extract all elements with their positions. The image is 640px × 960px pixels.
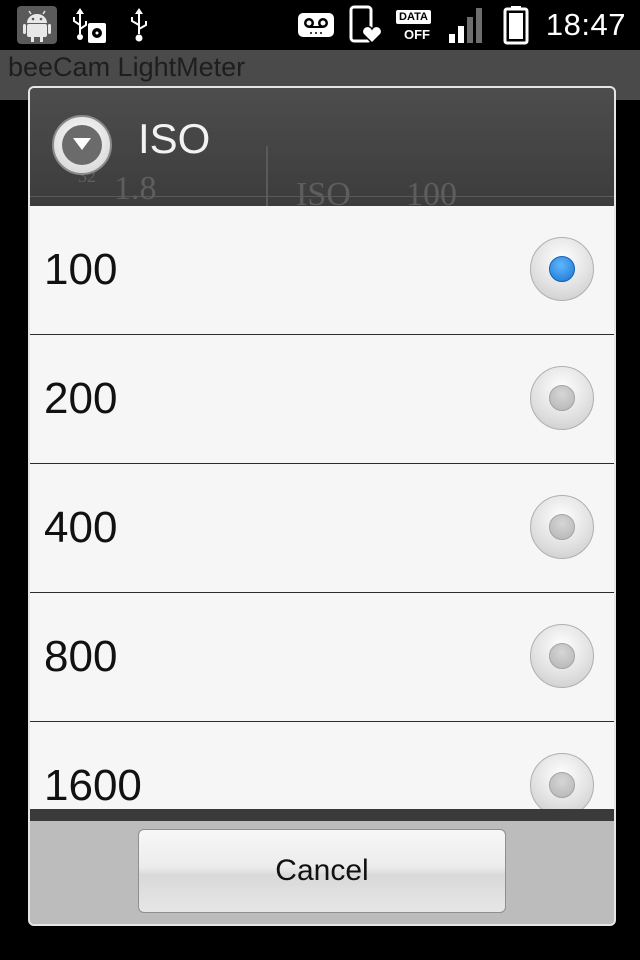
option-label: 100 — [44, 245, 118, 294]
radio-button[interactable] — [530, 624, 594, 688]
iso-option-list[interactable]: 100 200 400 800 1600 — [30, 206, 614, 809]
dropdown-arrow-icon — [52, 115, 112, 175]
signal-icon — [446, 5, 486, 45]
list-scroll-edge — [30, 809, 614, 821]
option-label: 200 — [44, 374, 118, 423]
iso-option-400[interactable]: 400 — [30, 464, 614, 593]
off-label: OFF — [404, 27, 430, 42]
option-label: 400 — [44, 503, 118, 552]
data-off-icon: DATA OFF — [396, 8, 436, 44]
iso-option-800[interactable]: 800 — [30, 593, 614, 722]
iso-option-1600[interactable]: 1600 — [30, 722, 614, 809]
radio-dot-icon — [549, 514, 575, 540]
radio-dot-icon — [549, 256, 575, 282]
radio-button[interactable] — [530, 495, 594, 559]
radio-button[interactable] — [530, 366, 594, 430]
dialog-footer: Cancel — [30, 821, 614, 924]
app-title: beeCam LightMeter — [8, 52, 246, 82]
dialog-title: ISO — [138, 115, 211, 162]
usb-storage-icon — [68, 5, 112, 45]
ghost-iso-label: ISO — [296, 176, 351, 206]
ghost-line — [30, 196, 614, 197]
radio-dot-icon — [549, 772, 575, 798]
option-label: 1600 — [44, 761, 142, 809]
dialog-header: 32 1.8 ISO 100 ISO — [30, 88, 614, 206]
radio-button-selected[interactable] — [530, 237, 594, 301]
radio-button[interactable] — [530, 753, 594, 809]
status-time: 18:47 — [545, 7, 626, 42]
voicemail-icon — [296, 5, 336, 45]
battery-icon — [502, 5, 530, 45]
iso-option-100[interactable]: 100 — [30, 206, 614, 335]
radio-dot-icon — [549, 643, 575, 669]
ghost-divider — [266, 146, 268, 206]
status-bar: DATA OFF 18:47 — [0, 0, 640, 50]
ghost-iso-value: 100 — [406, 176, 457, 206]
ghost-aperture-value: 1.8 — [114, 170, 157, 206]
android-debug-icon — [16, 5, 58, 45]
option-label: 800 — [44, 632, 118, 681]
usb-icon — [124, 5, 154, 45]
iso-dialog: 32 1.8 ISO 100 ISO 100 200 400 800 1600 — [28, 86, 616, 926]
iso-option-200[interactable]: 200 — [30, 335, 614, 464]
radio-dot-icon — [549, 385, 575, 411]
data-label: DATA — [396, 10, 431, 24]
cancel-button[interactable]: Cancel — [138, 829, 506, 913]
phone-heart-icon — [346, 5, 386, 45]
